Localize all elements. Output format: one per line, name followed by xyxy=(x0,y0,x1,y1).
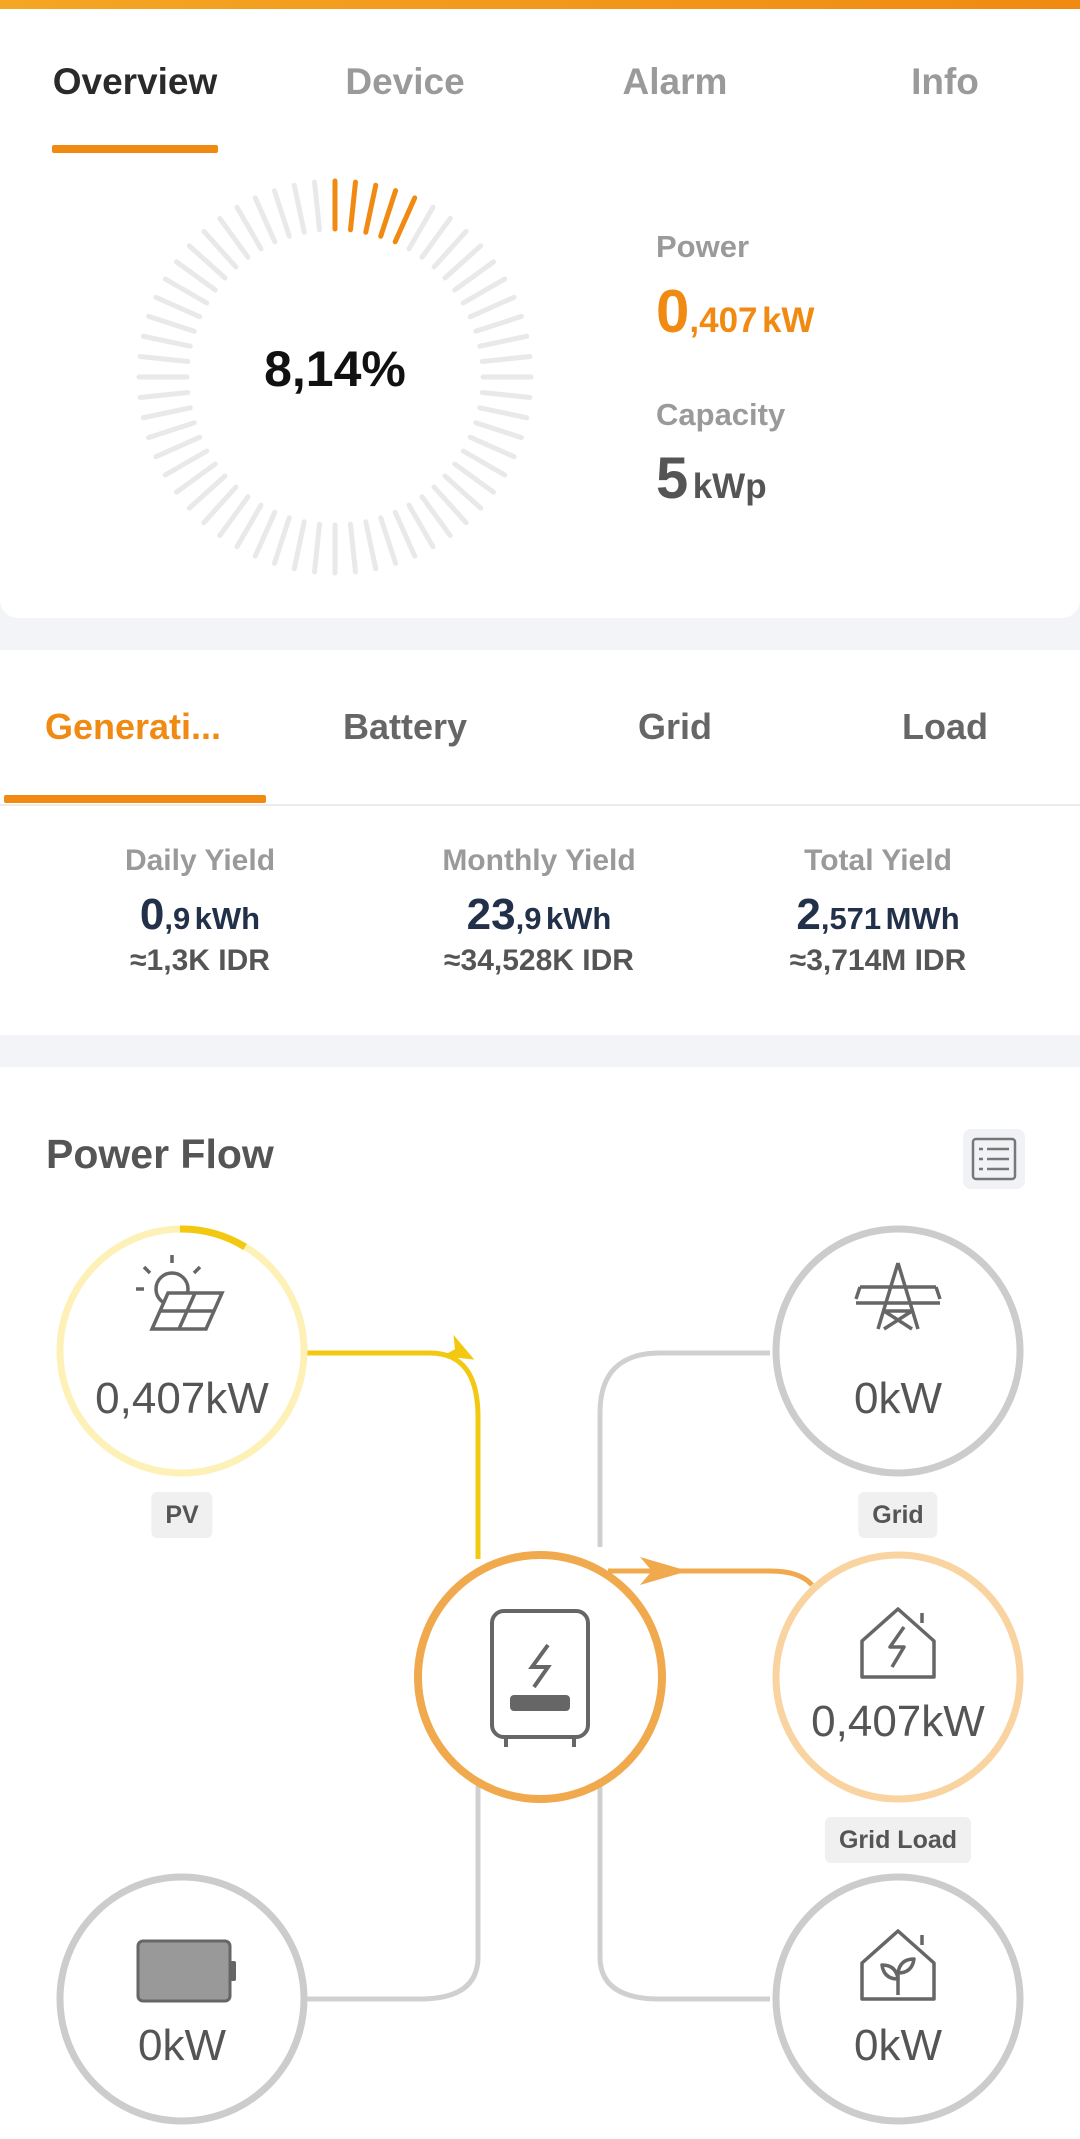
energy-tab-active-indicator xyxy=(4,795,266,803)
daily-yield-unit: kWh xyxy=(194,901,261,936)
total-yield-frac: ,571 xyxy=(820,901,882,936)
power-value-frac: ,407 xyxy=(689,301,758,340)
grid-label-badge: Grid xyxy=(858,1492,938,1538)
grid-load-flow-line xyxy=(608,1568,814,1587)
monthly-yield-value: 23,9 kWh xyxy=(389,890,689,940)
grid-connector xyxy=(597,1350,770,1547)
gauge-tick xyxy=(347,521,358,575)
load-power-value: 0kW xyxy=(854,2021,942,2070)
grid-load-power-value: 0,407kW xyxy=(811,1697,985,1746)
pv-node-ring xyxy=(56,1225,308,1477)
monthly-yield-label: Monthly Yield xyxy=(442,844,636,877)
capacity-label: Capacity xyxy=(656,397,786,432)
load-connector xyxy=(597,1785,770,2002)
main-tab-bar: Overview Device Alarm Info xyxy=(0,9,1080,159)
gauge-tick xyxy=(363,182,379,235)
gauge-tick xyxy=(146,313,197,334)
gauge-tick xyxy=(271,188,292,239)
gauge-tick xyxy=(460,276,508,306)
gauge-tick xyxy=(467,294,517,320)
gauge-tick xyxy=(473,420,524,441)
power-flow-card: Power Flow 0,407kW PV 0kW Grid 0,407kW G… xyxy=(0,1067,1080,2139)
total-yield-idr: ≈3,714M IDR xyxy=(789,944,967,977)
power-value: 0,407 kW xyxy=(656,277,814,346)
tab-info[interactable]: Info xyxy=(845,61,1045,103)
tab-alarm[interactable]: Alarm xyxy=(575,61,775,103)
gauge-tick xyxy=(473,313,524,334)
pv-flow-line xyxy=(304,1350,481,1559)
tab-device[interactable]: Device xyxy=(305,61,505,103)
monthly-yield-unit: kWh xyxy=(545,901,612,936)
gauge-tick xyxy=(363,519,379,572)
gauge-tick xyxy=(378,515,399,566)
grid-power-value: 0kW xyxy=(854,1374,942,1423)
monthly-yield-int: 23 xyxy=(466,890,516,939)
tab-active-indicator xyxy=(52,145,218,153)
daily-yield-idr: ≈1,3K IDR xyxy=(130,944,270,977)
gauge-tick xyxy=(291,182,307,235)
monthly-yield-frac: ,9 xyxy=(515,901,542,936)
capacity-value: 5 kWp xyxy=(656,445,767,512)
pv-power-value: 0,407kW xyxy=(95,1374,269,1423)
total-yield: Total Yield 2,571 MWh ≈3,714M IDR xyxy=(728,844,1028,978)
daily-yield-int: 0 xyxy=(139,890,165,939)
total-yield-value: 2,571 MWh xyxy=(728,890,1028,940)
daily-yield: Daily Yield 0,9 kWh ≈1,3K IDR xyxy=(50,844,350,978)
battery-power-value: 0kW xyxy=(138,2021,226,2070)
gauge-tick xyxy=(140,405,193,421)
top-accent-bar xyxy=(0,0,1080,9)
battery-connector xyxy=(306,1785,481,2002)
gauge-tick xyxy=(392,509,418,559)
daily-yield-frac: ,9 xyxy=(164,901,191,936)
tab-battery[interactable]: Battery xyxy=(270,706,540,748)
power-flow-diagram xyxy=(56,1225,1024,2125)
grid-load-label-badge: Grid Load xyxy=(824,1817,972,1863)
pv-label-badge: PV xyxy=(151,1492,213,1538)
power-unit: kW xyxy=(761,301,815,340)
battery-icon xyxy=(136,1939,236,2003)
gauge-tick xyxy=(460,448,508,478)
power-ratio-percent: 8,14% xyxy=(264,341,406,397)
gauge-tick xyxy=(271,515,292,566)
gauge-tick xyxy=(162,448,210,478)
gauge-tick xyxy=(467,434,517,460)
tab-overview[interactable]: Overview xyxy=(52,61,218,103)
power-value-int: 0 xyxy=(656,278,690,345)
gauge-tick xyxy=(146,420,197,441)
tab-generation[interactable]: Generati... xyxy=(0,706,266,748)
power-label: Power xyxy=(656,229,750,264)
energy-tab-bar: Generati... Battery Grid Load xyxy=(0,650,1080,806)
tab-grid[interactable]: Grid xyxy=(540,706,810,748)
total-yield-unit: MWh xyxy=(885,901,960,936)
gauge-tick xyxy=(252,195,278,245)
daily-yield-label: Daily Yield xyxy=(124,844,276,877)
capacity-unit: kWp xyxy=(692,467,767,506)
gauge-tick xyxy=(392,195,418,245)
gauge-tick xyxy=(347,179,358,233)
gauge-tick xyxy=(312,179,323,233)
gauge-tick xyxy=(162,276,210,306)
total-yield-int: 2 xyxy=(796,890,821,939)
gauge-tick xyxy=(252,509,278,559)
monthly-yield-idr: ≈34,528K IDR xyxy=(444,944,634,977)
gauge-tick xyxy=(312,521,323,575)
gauge-tick xyxy=(477,405,530,421)
daily-yield-value: 0,9 kWh xyxy=(50,890,350,940)
gauge-tick xyxy=(378,188,399,239)
total-yield-label: Total Yield xyxy=(804,844,952,877)
gauge-tick xyxy=(234,502,264,550)
gauge-tick xyxy=(234,204,264,252)
gauge-tick xyxy=(291,519,307,572)
gauge-tick xyxy=(153,434,203,460)
tab-load[interactable]: Load xyxy=(810,706,1080,748)
monthly-yield: Monthly Yield 23,9 kWh ≈34,528K IDR xyxy=(389,844,689,978)
capacity-value-int: 5 xyxy=(656,446,689,511)
overview-card: 8,14% Power 0,407 kW Capacity 5 kWp xyxy=(0,157,1080,618)
gauge-tick xyxy=(153,294,203,320)
gauge-tick xyxy=(406,502,436,550)
energy-section: Generati... Battery Grid Load Daily Yiel… xyxy=(0,650,1080,1035)
gauge-tick xyxy=(406,204,436,252)
